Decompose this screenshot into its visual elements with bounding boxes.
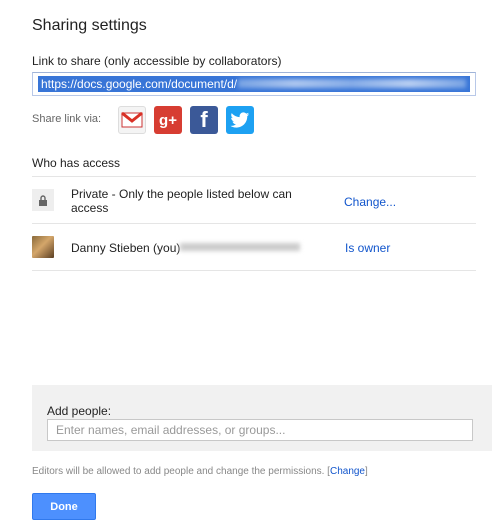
lock-icon bbox=[32, 189, 54, 211]
twitter-icon[interactable] bbox=[226, 106, 254, 134]
google-plus-icon[interactable]: g+ bbox=[154, 106, 182, 134]
share-link-text: https://docs.google.com/document/d/ bbox=[41, 77, 238, 91]
access-row-owner: Danny Stieben (you) Is owner bbox=[32, 224, 476, 271]
change-access-link[interactable]: Change... bbox=[344, 195, 396, 209]
dialog-title: Sharing settings bbox=[32, 17, 147, 34]
owner-name: Danny Stieben (you) bbox=[71, 241, 181, 255]
blurred-email bbox=[180, 243, 300, 251]
share-via-label: Share link via: bbox=[32, 113, 102, 125]
share-link-field[interactable]: https://docs.google.com/document/d/ bbox=[32, 72, 476, 96]
access-description: Private - Only the people listed below c… bbox=[71, 187, 292, 215]
add-people-label: Add people: bbox=[47, 404, 112, 418]
editors-change-link[interactable]: Change bbox=[330, 466, 365, 477]
owner-role: Is owner bbox=[345, 241, 391, 255]
add-people-panel: Add people: bbox=[32, 385, 492, 451]
who-has-access-heading: Who has access bbox=[32, 156, 121, 170]
access-row-private: Private - Only the people listed below c… bbox=[32, 176, 476, 224]
add-people-input[interactable] bbox=[47, 419, 473, 441]
editors-note-text: Editors will be allowed to add people an… bbox=[32, 466, 325, 477]
share-icons: g+ f bbox=[118, 106, 254, 134]
done-button[interactable]: Done bbox=[32, 493, 96, 520]
blurred-doc-id bbox=[238, 79, 466, 88]
editors-note: Editors will be allowed to add people an… bbox=[32, 466, 368, 477]
google-plus-glyph: g+ bbox=[159, 111, 177, 129]
avatar bbox=[32, 236, 54, 258]
gmail-icon[interactable] bbox=[118, 106, 146, 134]
link-label: Link to share (only accessible by collab… bbox=[32, 54, 282, 68]
facebook-icon[interactable]: f bbox=[190, 106, 218, 134]
link-selection[interactable]: https://docs.google.com/document/d/ bbox=[38, 76, 470, 92]
facebook-glyph: f bbox=[200, 107, 208, 132]
